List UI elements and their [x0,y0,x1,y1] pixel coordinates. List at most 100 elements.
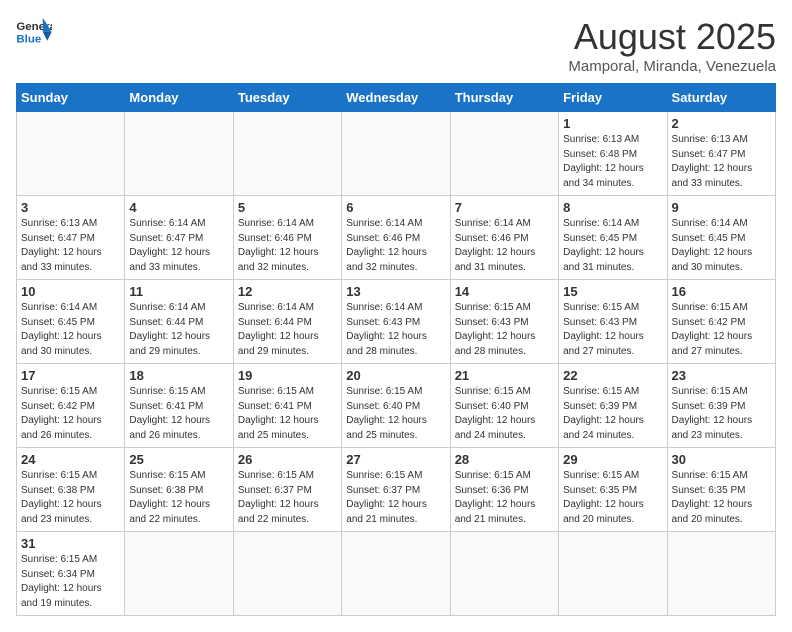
day-number: 4 [129,200,228,215]
day-number: 16 [672,284,771,299]
calendar-cell: 7 Sunrise: 6:14 AM Sunset: 6:46 PM Daylig… [450,196,558,280]
day-info: Sunrise: 6:15 AM Sunset: 6:41 PM Dayligh… [129,385,228,443]
day-info: Sunrise: 6:14 AM Sunset: 6:44 PM Dayligh… [129,301,228,359]
day-info: Sunrise: 6:14 AM Sunset: 6:46 PM Dayligh… [238,217,337,275]
day-number: 27 [346,452,445,467]
calendar-cell: 6 Sunrise: 6:14 AM Sunset: 6:46 PM Daylig… [342,196,450,280]
day-info: Sunrise: 6:15 AM Sunset: 6:35 PM Dayligh… [563,469,662,527]
day-number: 6 [346,200,445,215]
calendar-cell: 21 Sunrise: 6:15 AM Sunset: 6:40 PM Dayli… [450,364,558,448]
day-info: Sunrise: 6:15 AM Sunset: 6:43 PM Dayligh… [563,301,662,359]
calendar-table: SundayMondayTuesdayWednesdayThursdayFrid… [16,83,776,616]
day-number: 10 [21,284,120,299]
day-info: Sunrise: 6:13 AM Sunset: 6:47 PM Dayligh… [672,133,771,191]
day-number: 14 [455,284,554,299]
calendar-cell: 26Sunrise: 6:15 AM Sunset: 6:37 PM Dayli… [233,448,341,532]
day-number: 24 [21,452,120,467]
calendar-cell: 8Sunrise: 6:14 AM Sunset: 6:45 PM Daylig… [559,196,667,280]
calendar-cell: 11 Sunrise: 6:14 AM Sunset: 6:44 PM Dayli… [125,280,233,364]
calendar-cell: 13 Sunrise: 6:14 AM Sunset: 6:43 PM Dayli… [342,280,450,364]
calendar-cell [667,532,775,616]
calendar-cell: 28 Sunrise: 6:15 AM Sunset: 6:36 PM Dayli… [450,448,558,532]
day-number: 13 [346,284,445,299]
calendar-cell: 16Sunrise: 6:15 AM Sunset: 6:42 PM Dayli… [667,280,775,364]
day-number: 25 [129,452,228,467]
logo: General Blue [16,16,52,46]
calendar-cell: 29 Sunrise: 6:15 AM Sunset: 6:35 PM Dayli… [559,448,667,532]
calendar-cell: 15 Sunrise: 6:15 AM Sunset: 6:43 PM Dayli… [559,280,667,364]
weekday-header-row: SundayMondayTuesdayWednesdayThursdayFrid… [17,84,776,112]
page-header: General Blue August 2025 Mamporal, Miran… [16,16,776,75]
calendar-cell [450,112,558,196]
weekday-header-tuesday: Tuesday [233,84,341,112]
day-number: 30 [672,452,771,467]
day-info: Sunrise: 6:14 AM Sunset: 6:45 PM Dayligh… [563,217,662,275]
day-info: Sunrise: 6:14 AM Sunset: 6:43 PM Dayligh… [346,301,445,359]
calendar-cell: 22Sunrise: 6:15 AM Sunset: 6:39 PM Dayli… [559,364,667,448]
day-number: 29 [563,452,662,467]
day-info: Sunrise: 6:13 AM Sunset: 6:47 PM Dayligh… [21,217,120,275]
calendar-cell: 24Sunrise: 6:15 AM Sunset: 6:38 PM Dayli… [17,448,125,532]
day-number: 28 [455,452,554,467]
calendar-cell: 12Sunrise: 6:14 AM Sunset: 6:44 PM Dayli… [233,280,341,364]
day-number: 5 [238,200,337,215]
calendar-cell [125,112,233,196]
day-number: 21 [455,368,554,383]
day-info: Sunrise: 6:15 AM Sunset: 6:40 PM Dayligh… [346,385,445,443]
day-info: Sunrise: 6:13 AM Sunset: 6:48 PM Dayligh… [563,133,662,191]
calendar-cell: 31Sunrise: 6:15 AM Sunset: 6:34 PM Dayli… [17,532,125,616]
calendar-cell: 30Sunrise: 6:15 AM Sunset: 6:35 PM Dayli… [667,448,775,532]
weekday-header-wednesday: Wednesday [342,84,450,112]
day-number: 11 [129,284,228,299]
calendar-week-row: 17Sunrise: 6:15 AM Sunset: 6:42 PM Dayli… [17,364,776,448]
day-number: 15 [563,284,662,299]
day-number: 23 [672,368,771,383]
calendar-cell: 1 Sunrise: 6:13 AM Sunset: 6:48 PM Daylig… [559,112,667,196]
calendar-week-row: 10Sunrise: 6:14 AM Sunset: 6:45 PM Dayli… [17,280,776,364]
day-info: Sunrise: 6:14 AM Sunset: 6:46 PM Dayligh… [455,217,554,275]
day-info: Sunrise: 6:15 AM Sunset: 6:36 PM Dayligh… [455,469,554,527]
calendar-cell: 23Sunrise: 6:15 AM Sunset: 6:39 PM Dayli… [667,364,775,448]
day-number: 9 [672,200,771,215]
day-info: Sunrise: 6:15 AM Sunset: 6:37 PM Dayligh… [346,469,445,527]
day-number: 1 [563,116,662,131]
day-number: 7 [455,200,554,215]
day-info: Sunrise: 6:15 AM Sunset: 6:40 PM Dayligh… [455,385,554,443]
calendar-cell: 20 Sunrise: 6:15 AM Sunset: 6:40 PM Dayli… [342,364,450,448]
calendar-cell: 4 Sunrise: 6:14 AM Sunset: 6:47 PM Daylig… [125,196,233,280]
day-info: Sunrise: 6:14 AM Sunset: 6:47 PM Dayligh… [129,217,228,275]
calendar-cell [233,112,341,196]
calendar-cell [125,532,233,616]
calendar-cell [233,532,341,616]
weekday-header-sunday: Sunday [17,84,125,112]
calendar-cell: 10Sunrise: 6:14 AM Sunset: 6:45 PM Dayli… [17,280,125,364]
day-number: 18 [129,368,228,383]
calendar-cell: 2 Sunrise: 6:13 AM Sunset: 6:47 PM Daylig… [667,112,775,196]
calendar-cell: 17Sunrise: 6:15 AM Sunset: 6:42 PM Dayli… [17,364,125,448]
day-info: Sunrise: 6:15 AM Sunset: 6:34 PM Dayligh… [21,553,120,611]
weekday-header-thursday: Thursday [450,84,558,112]
day-info: Sunrise: 6:14 AM Sunset: 6:45 PM Dayligh… [672,217,771,275]
day-info: Sunrise: 6:15 AM Sunset: 6:41 PM Dayligh… [238,385,337,443]
calendar-cell: 18 Sunrise: 6:15 AM Sunset: 6:41 PM Dayli… [125,364,233,448]
calendar-week-row: 3 Sunrise: 6:13 AM Sunset: 6:47 PM Daylig… [17,196,776,280]
day-number: 2 [672,116,771,131]
calendar-week-row: 1 Sunrise: 6:13 AM Sunset: 6:48 PM Daylig… [17,112,776,196]
day-number: 19 [238,368,337,383]
day-info: Sunrise: 6:14 AM Sunset: 6:44 PM Dayligh… [238,301,337,359]
calendar-week-row: 31Sunrise: 6:15 AM Sunset: 6:34 PM Dayli… [17,532,776,616]
calendar-cell: 9 Sunrise: 6:14 AM Sunset: 6:45 PM Daylig… [667,196,775,280]
day-number: 26 [238,452,337,467]
day-info: Sunrise: 6:15 AM Sunset: 6:39 PM Dayligh… [563,385,662,443]
day-info: Sunrise: 6:14 AM Sunset: 6:46 PM Dayligh… [346,217,445,275]
calendar-cell: 27 Sunrise: 6:15 AM Sunset: 6:37 PM Dayli… [342,448,450,532]
day-number: 20 [346,368,445,383]
calendar-cell: 14 Sunrise: 6:15 AM Sunset: 6:43 PM Dayli… [450,280,558,364]
weekday-header-saturday: Saturday [667,84,775,112]
day-info: Sunrise: 6:15 AM Sunset: 6:42 PM Dayligh… [21,385,120,443]
calendar-cell: 25Sunrise: 6:15 AM Sunset: 6:38 PM Dayli… [125,448,233,532]
weekday-header-monday: Monday [125,84,233,112]
day-number: 3 [21,200,120,215]
calendar-cell: 3 Sunrise: 6:13 AM Sunset: 6:47 PM Daylig… [17,196,125,280]
day-info: Sunrise: 6:15 AM Sunset: 6:43 PM Dayligh… [455,301,554,359]
